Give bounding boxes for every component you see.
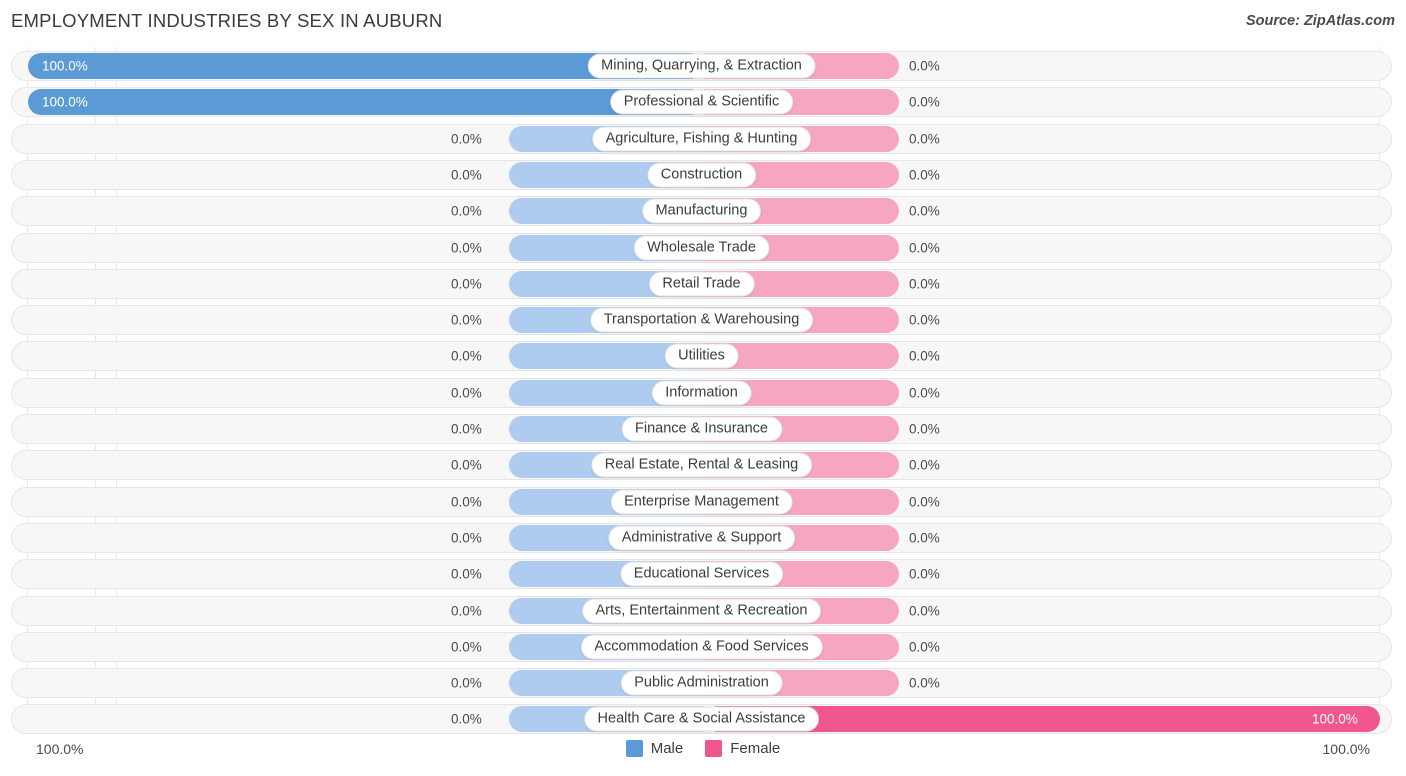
chart-row[interactable]: 0.0% 0.0% Retail Trade <box>11 268 1392 299</box>
chart-row[interactable]: 0.0% 0.0% Educational Services <box>11 559 1392 590</box>
bar-value-female: 0.0% <box>909 348 940 364</box>
bar-value-female: 0.0% <box>909 203 940 219</box>
legend-item[interactable]: Female <box>705 740 780 757</box>
category-label: Information <box>651 380 752 406</box>
bar-value-female: 0.0% <box>909 675 940 691</box>
category-label: Mining, Quarrying, & Extraction <box>587 53 816 79</box>
category-label: Health Care & Social Assistance <box>583 706 820 732</box>
category-label: Transportation & Warehousing <box>589 307 814 333</box>
bar-value-female: 0.0% <box>909 58 940 74</box>
legend-label: Female <box>730 740 781 757</box>
chart-legend: Male Female <box>0 740 1406 757</box>
chart-row[interactable]: 0.0% 0.0% Construction <box>11 159 1392 190</box>
chart-footer: 100.0% 100.0% Male Female <box>0 738 1406 768</box>
category-label: Administrative & Support <box>607 525 796 551</box>
legend-swatch-icon <box>705 740 723 757</box>
chart-row[interactable]: 0.0% 100.0% Health Care & Social Assistanc… <box>11 704 1392 735</box>
chart-plot-area: 100.0% 0.0% Mining, Quarrying, & Extractio… <box>0 47 1406 737</box>
bar-value-male: 0.0% <box>451 566 482 582</box>
bar-value-female: 0.0% <box>909 385 940 401</box>
bar-value-female: 0.0% <box>909 94 940 110</box>
bar-value-female: 0.0% <box>909 566 940 582</box>
legend-item[interactable]: Male <box>625 740 684 757</box>
category-label: Finance & Insurance <box>621 416 782 442</box>
bar-value-male: 0.0% <box>451 240 482 255</box>
bar-value-female: 0.0% <box>909 131 940 147</box>
legend-swatch-icon <box>625 740 643 757</box>
chart-row[interactable]: 0.0% 0.0% Information <box>11 377 1392 408</box>
bar-value-female: 0.0% <box>909 530 940 546</box>
bar-value-male: 0.0% <box>451 348 482 364</box>
bar-value-female: 0.0% <box>909 603 940 618</box>
page-title: EMPLOYMENT INDUSTRIES BY SEX IN AUBURN <box>11 10 443 31</box>
category-label: Educational Services <box>619 561 784 587</box>
bar-value-male: 0.0% <box>451 312 482 328</box>
chart-row[interactable]: 0.0% 0.0% Enterprise Management <box>11 486 1392 517</box>
chart-row[interactable]: 0.0% 0.0% Real Estate, Rental & Leasing <box>11 450 1392 481</box>
bar-value-male: 100.0% <box>42 58 88 74</box>
chart-row[interactable]: 0.0% 0.0% Accommodation & Food Services <box>11 631 1392 662</box>
category-label: Manufacturing <box>641 198 762 224</box>
bar-value-female: 0.0% <box>909 639 940 655</box>
category-label: Construction <box>646 162 757 188</box>
chart-row[interactable]: 0.0% 0.0% Transportation & Warehousing <box>11 305 1392 336</box>
bar-value-male: 0.0% <box>451 167 482 183</box>
bar-value-female: 0.0% <box>909 421 940 437</box>
category-label: Real Estate, Rental & Leasing <box>590 452 813 478</box>
chart-header: EMPLOYMENT INDUSTRIES BY SEX IN AUBURN S… <box>0 0 1406 44</box>
bar-value-male: 0.0% <box>451 675 482 691</box>
source-attribution: Source: ZipAtlas.com <box>1245 13 1395 29</box>
bar-value-female: 0.0% <box>909 494 940 510</box>
category-label: Wholesale Trade <box>633 235 770 260</box>
bar-value-male: 0.0% <box>451 276 482 292</box>
bar-value-female: 0.0% <box>909 240 940 255</box>
category-label: Public Administration <box>620 670 783 696</box>
category-label: Accommodation & Food Services <box>580 634 823 660</box>
category-label: Arts, Entertainment & Recreation <box>581 598 822 623</box>
chart-row[interactable]: 0.0% 0.0% Manufacturing <box>11 196 1392 227</box>
legend-label: Male <box>650 740 684 757</box>
category-label: Utilities <box>664 343 739 369</box>
chart-row[interactable]: 0.0% 0.0% Finance & Insurance <box>11 414 1392 444</box>
bar-male[interactable] <box>28 89 704 116</box>
category-label: Agriculture, Fishing & Hunting <box>591 126 812 152</box>
bar-value-male: 0.0% <box>451 530 482 546</box>
bar-value-female: 100.0% <box>1312 711 1358 727</box>
bar-value-male: 0.0% <box>451 494 482 510</box>
bar-value-male: 100.0% <box>42 94 88 110</box>
chart-row[interactable]: 0.0% 0.0% Administrative & Support <box>11 522 1392 553</box>
category-label: Professional & Scientific <box>609 89 794 115</box>
category-label: Enterprise Management <box>610 489 793 515</box>
bar-value-female: 0.0% <box>909 276 940 292</box>
bar-value-male: 0.0% <box>451 457 482 473</box>
chart-row[interactable]: 100.0% 0.0% Mining, Quarrying, & Extractio… <box>11 51 1392 81</box>
chart-row[interactable]: 100.0% 0.0% Professional & Scientific <box>11 87 1392 118</box>
bar-value-male: 0.0% <box>451 711 482 727</box>
bar-value-male: 0.0% <box>451 639 482 655</box>
bar-value-male: 0.0% <box>451 203 482 219</box>
bar-value-male: 0.0% <box>451 603 482 618</box>
bar-value-male: 0.0% <box>451 421 482 437</box>
chart-row[interactable]: 0.0% 0.0% Wholesale Trade <box>11 232 1392 263</box>
category-label: Retail Trade <box>648 271 755 297</box>
chart-row[interactable]: 0.0% 0.0% Utilities <box>11 341 1392 372</box>
bar-value-male: 0.0% <box>451 131 482 147</box>
bar-value-female: 0.0% <box>909 167 940 183</box>
bar-value-female: 0.0% <box>909 457 940 473</box>
chart-row[interactable]: 0.0% 0.0% Agriculture, Fishing & Hunting <box>11 123 1392 154</box>
bar-value-male: 0.0% <box>451 385 482 401</box>
bar-value-female: 0.0% <box>909 312 940 328</box>
chart-row[interactable]: 0.0% 0.0% Public Administration <box>11 668 1392 699</box>
chart-row[interactable]: 0.0% 0.0% Arts, Entertainment & Recreation <box>11 595 1392 626</box>
